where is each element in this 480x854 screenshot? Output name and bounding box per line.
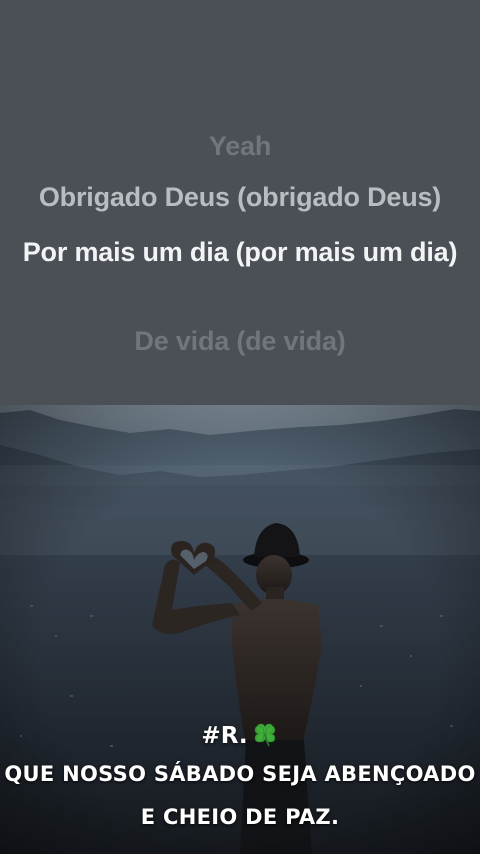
caption-line-1: QUE NOSSO SÁBADO SEJA ABENÇOADO: [4, 762, 476, 786]
caption-line-2: E CHEIO DE PAZ.: [140, 805, 340, 829]
lyric-line-previous: Obrigado Deus (obrigado Deus): [38, 182, 442, 212]
lyric-line-inactive: Yeah: [208, 131, 272, 161]
four-leaf-clover-icon: [254, 723, 275, 747]
lyrics-panel: Yeah Obrigado Deus (obrigado Deus) Por m…: [0, 0, 480, 405]
story-screen: Yeah Obrigado Deus (obrigado Deus) Por m…: [0, 0, 480, 854]
lyric-line-active: Por mais um dia (por mais um dia): [22, 237, 458, 267]
caption-hashtag-text: #R.: [201, 723, 248, 749]
caption-hashtag: #R.: [0, 720, 480, 751]
lyric-line-next: De vida (de vida): [134, 326, 346, 356]
